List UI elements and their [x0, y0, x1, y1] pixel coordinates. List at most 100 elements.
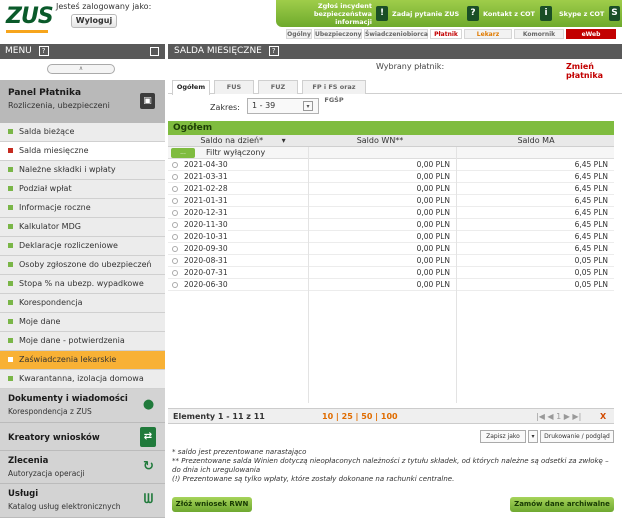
zus-logo[interactable]: ZUS — [6, 4, 54, 33]
info-icon[interactable]: i — [540, 6, 552, 21]
row-radio[interactable] — [172, 222, 178, 228]
table-row[interactable]: 2020-12-31 0,00 PLN 6,45 PLN — [168, 207, 614, 219]
tab-ogolny[interactable]: Ogólny — [286, 29, 312, 39]
page-size-selector[interactable]: 10 | 25 | 50 | 100 — [322, 409, 398, 424]
skype-icon[interactable]: S — [609, 6, 620, 21]
sidebar-item-label: Zaświadczenia lekarskie — [19, 355, 117, 364]
question-icon[interactable]: ? — [467, 6, 479, 21]
row-radio[interactable] — [172, 270, 178, 276]
table-row[interactable]: 2020-08-31 0,00 PLN 0,05 PLN — [168, 255, 614, 267]
table-row[interactable]: 2020-09-30 0,00 PLN 6,45 PLN — [168, 243, 614, 255]
logout-button[interactable]: Wyloguj — [71, 14, 117, 28]
report-incident-link[interactable]: Zgłoś incydent bezpieczeństwa informacji — [278, 2, 372, 26]
menu-help-icon[interactable]: ? — [38, 46, 49, 56]
panel-title: Panel Płatnika — [8, 88, 82, 98]
cell-wn: 0,00 PLN — [416, 280, 450, 289]
col-header-ma[interactable]: Saldo MA — [458, 135, 614, 147]
column-divider — [456, 147, 457, 403]
range-select[interactable]: 1 - 39 ▾ — [247, 98, 319, 114]
table-row[interactable]: 2020-10-31 0,00 PLN 6,45 PLN — [168, 231, 614, 243]
bullet-icon — [8, 148, 13, 153]
tab-swiadczeniobiorca[interactable]: Świadczeniobiorca — [364, 29, 428, 39]
chevron-down-icon[interactable]: ▾ — [303, 101, 313, 111]
page-help-icon[interactable]: ? — [268, 46, 279, 56]
sidebar-item-stopa-wypadkowe[interactable]: Stopa % na ubezp. wypadkowe — [0, 275, 165, 294]
sidebar-item-informacje-roczne[interactable]: Informacje roczne — [0, 199, 165, 218]
submit-rwn-button[interactable]: Złóż wniosek RWN — [172, 497, 252, 512]
excel-export-icon[interactable]: X — [600, 409, 606, 424]
tab-komornik[interactable]: Komornik — [514, 29, 564, 39]
pager: Elementy 1 - 11 z 11 10 | 25 | 50 | 100 … — [168, 408, 614, 424]
row-radio[interactable] — [172, 198, 178, 204]
sidebar-item-podzial-wplat[interactable]: Podział wpłat — [0, 180, 165, 199]
sidebar-item-label: Informacje roczne — [19, 203, 91, 212]
sidebar-item-korespondencja[interactable]: Korespondencja — [0, 294, 165, 313]
sidebar-item-zaswiadczenia-lekarskie[interactable]: Zaświadczenia lekarskie — [0, 351, 165, 370]
print-preview-button[interactable]: Drukowanie / podgląd — [540, 430, 614, 443]
grid-header: Saldo na dzień* ▾ Saldo WN** Saldo MA — [168, 135, 614, 147]
sidebar-scroll-up-button[interactable]: ∧ — [47, 64, 115, 74]
filter-button[interactable]: ... — [171, 148, 195, 158]
menu-header: MENU ? — [0, 44, 165, 59]
sidebar-item-kwarantanna[interactable]: Kwarantanna, izolacja domowa — [0, 370, 165, 389]
col-header-date[interactable]: Saldo na dzień* ▾ — [178, 135, 308, 147]
row-radio[interactable] — [172, 258, 178, 264]
save-as-button[interactable]: Zapisz jako — [480, 430, 526, 443]
tab-ubezpieczony[interactable]: Ubezpieczony — [314, 29, 362, 39]
row-radio[interactable] — [172, 162, 178, 168]
row-radio[interactable] — [172, 210, 178, 216]
row-radio[interactable] — [172, 246, 178, 252]
selected-payer-label: Wybrany płatnik: — [376, 62, 445, 71]
sidebar-item-salda-miesieczne[interactable]: Salda miesięczne — [0, 142, 165, 161]
sidebar-item-moje-dane[interactable]: Moje dane — [0, 313, 165, 332]
order-archive-data-button[interactable]: Zamów dane archiwalne — [510, 497, 614, 512]
tab-ogolem[interactable]: Ogółem — [172, 80, 210, 95]
table-row[interactable]: 2021-03-31 0,00 PLN 6,45 PLN — [168, 171, 614, 183]
panel-platnika-header[interactable]: Panel Płatnika Rozliczenia, ubezpieczeni… — [0, 80, 165, 123]
table-row[interactable]: 2020-06-30 0,00 PLN 0,05 PLN — [168, 279, 614, 291]
sidebar-item-kalkulator-mdg[interactable]: Kalkulator MDG — [0, 218, 165, 237]
menu-collapse-icon[interactable] — [150, 47, 159, 56]
sort-icon[interactable]: ▾ — [282, 136, 286, 145]
table-row[interactable]: 2021-01-31 0,00 PLN 6,45 PLN — [168, 195, 614, 207]
cell-wn: 0,00 PLN — [416, 184, 450, 193]
sidebar-item-osoby-zgloszone[interactable]: Osoby zgłoszone do ubezpieczeń — [0, 256, 165, 275]
tab-fus[interactable]: FUS — [214, 80, 254, 94]
change-payer-link[interactable]: Zmień płatnika — [566, 62, 622, 80]
col-header-wn[interactable]: Saldo WN** — [310, 135, 450, 147]
tab-lekarz[interactable]: Lekarz — [464, 29, 512, 39]
cell-wn: 0,00 PLN — [416, 268, 450, 277]
page-navigation[interactable]: |◀ ◀ 1 ▶ ▶| — [536, 409, 581, 424]
table-row[interactable]: 2021-02-28 0,00 PLN 6,45 PLN — [168, 183, 614, 195]
item-count: Elementy 1 - 11 z 11 — [173, 412, 265, 421]
tab-fuz[interactable]: FUZ — [258, 80, 298, 94]
table-row[interactable]: 2020-07-31 0,00 PLN 0,05 PLN — [168, 267, 614, 279]
cell-date: 2020-07-31 — [184, 268, 228, 277]
ask-zus-link[interactable]: Zadaj pytanie ZUS — [392, 10, 459, 18]
table-row[interactable]: 2021-04-30 0,00 PLN 6,45 PLN — [168, 159, 614, 171]
cell-ma: 6,45 PLN — [574, 232, 608, 241]
skype-cot-link[interactable]: Skype z COT — [559, 10, 604, 18]
save-as-dropdown-icon[interactable]: ▾ — [528, 430, 538, 443]
sidebar-section-dokumenty[interactable]: Dokumenty i wiadomości Korespondencja z … — [0, 389, 165, 423]
sidebar-item-nalezne-skladki[interactable]: Należne składki i wpłaty — [0, 161, 165, 180]
cell-wn: 0,00 PLN — [416, 172, 450, 181]
table-row[interactable]: 2020-11-30 0,00 PLN 6,45 PLN — [168, 219, 614, 231]
sidebar-item-deklaracje[interactable]: Deklaracje rozliczeniowe — [0, 237, 165, 256]
sidebar-item-moje-dane-potwierdzenia[interactable]: Moje dane - potwierdzenia — [0, 332, 165, 351]
row-radio[interactable] — [172, 234, 178, 240]
sidebar-section-uslugi[interactable]: Usługi Katalog usług elektronicznych ᗯ — [0, 484, 165, 518]
tab-platnik[interactable]: Płatnik — [430, 29, 462, 39]
sidebar-section-kreatory[interactable]: Kreatory wniosków ⇄ — [0, 423, 165, 451]
row-radio[interactable] — [172, 186, 178, 192]
sidebar-section-zlecenia[interactable]: Zlecenia Autoryzacja operacji ↻ — [0, 451, 165, 484]
row-radio[interactable] — [172, 174, 178, 180]
contact-cot-link[interactable]: Kontakt z COT — [483, 10, 535, 18]
sidebar-item-salda-biezace[interactable]: Salda bieżące — [0, 123, 165, 142]
section-subtitle: Korespondencja z ZUS — [8, 407, 92, 416]
row-radio[interactable] — [172, 282, 178, 288]
cell-date: 2020-08-31 — [184, 256, 228, 265]
tab-fp-fs-fgsp[interactable]: FP i FS oraz FGŚP — [302, 80, 366, 104]
warning-icon[interactable]: ! — [376, 6, 388, 21]
tab-eweb[interactable]: eWeb — [566, 29, 616, 39]
